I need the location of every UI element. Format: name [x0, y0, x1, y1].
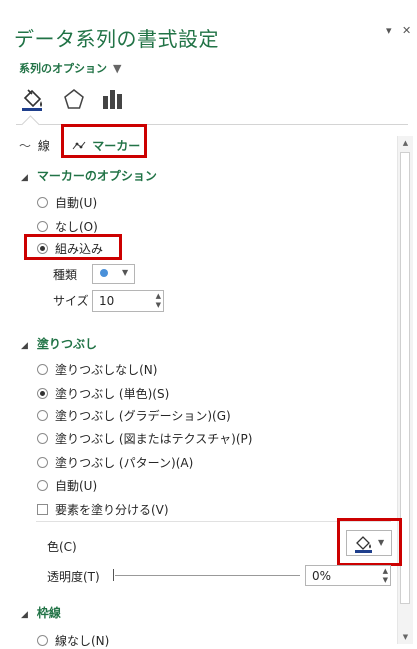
fill-option-label: 塗りつぶし (グラデーション)(G) [55, 409, 231, 423]
fill-header[interactable]: ◢ 塗りつぶし [21, 335, 97, 352]
fill-option-label: 塗りつぶし (パターン)(A) [55, 456, 194, 470]
fill-option-label: 塗りつぶし (単色)(S) [55, 387, 170, 401]
spin-arrows-icon[interactable]: ▲ ▼ [383, 567, 388, 585]
fill-option[interactable]: 塗りつぶし (図またはテクスチャ)(P) [37, 430, 252, 447]
line-tab-icon: 〜 [19, 139, 32, 153]
fill-color-label: 色(C) [47, 540, 77, 554]
checkbox[interactable] [37, 504, 48, 515]
marker-type-dropdown[interactable]: ▼ [92, 264, 135, 284]
marker-size-label: サイズ [53, 294, 89, 308]
fill-option-label: 塗りつぶし (図またはテクスチャ)(P) [55, 432, 253, 446]
marker-auto-option[interactable]: 自動(U) [37, 194, 97, 211]
border-none-option[interactable]: 線なし(N) [37, 632, 109, 649]
radio-button[interactable] [37, 433, 48, 444]
radio-button[interactable] [37, 635, 48, 646]
border-header[interactable]: ◢ 枠線 [21, 604, 61, 621]
transparency-value: 0% [312, 569, 332, 583]
effects-tab[interactable] [61, 86, 87, 112]
paint-bucket-icon [22, 89, 42, 111]
series-options-dropdown[interactable]: 系列のオプション ▼ [19, 60, 121, 76]
spin-arrows-icon[interactable]: ▲ ▼ [156, 292, 161, 310]
marker-auto-label: 自動(U) [55, 196, 98, 210]
marker-options-header[interactable]: ◢ マーカーのオプション [21, 167, 157, 184]
series-options-label: 系列のオプション [19, 62, 107, 75]
chevron-down-icon: ▼ [122, 268, 129, 277]
fill-option-label: 塗りつぶしなし(N) [55, 363, 158, 377]
vary-colors-label: 要素を塗り分ける(V) [55, 503, 169, 517]
collapse-icon: ◢ [21, 610, 28, 620]
fill-option[interactable]: 塗りつぶし (パターン)(A) [37, 454, 193, 471]
tab-indicator [21, 115, 40, 134]
marker-size-value: 10 [99, 294, 115, 308]
radio-button[interactable] [37, 480, 48, 491]
fill-option[interactable]: 塗りつぶし (単色)(S) [37, 385, 169, 402]
scrollbar[interactable]: ▲ ▼ [397, 136, 413, 644]
highlight-box-color [337, 518, 402, 566]
close-icon[interactable]: ✕ [402, 24, 411, 37]
fill-option[interactable]: 塗りつぶし (グラデーション)(G) [37, 407, 231, 424]
transparency-slider-track[interactable] [115, 575, 300, 576]
series-options-tab[interactable] [100, 86, 126, 112]
vary-colors-option[interactable]: 要素を塗り分ける(V) [37, 501, 169, 518]
bar-chart-icon [103, 90, 122, 109]
radio-button[interactable] [37, 221, 48, 232]
fill-option-label: 自動(U) [55, 479, 98, 493]
marker-none-option[interactable]: なし(O) [37, 218, 98, 235]
radio-button[interactable] [37, 364, 48, 375]
collapse-icon: ◢ [21, 341, 28, 351]
transparency-stepper[interactable]: 0% ▲ ▼ [305, 565, 391, 586]
highlight-box-marker-tab [61, 124, 147, 158]
marker-type-label: 種類 [53, 268, 78, 282]
fill-option[interactable]: 自動(U) [37, 477, 97, 494]
border-title: 枠線 [36, 606, 61, 620]
fill-title: 塗りつぶし [36, 337, 98, 351]
radio-button[interactable] [37, 410, 48, 421]
highlight-box-builtin [24, 234, 122, 260]
tab-line-label: 線 [37, 139, 50, 153]
border-none-label: 線なし(N) [55, 634, 110, 648]
pane-options-icon[interactable]: ▾ [386, 24, 392, 37]
marker-size-stepper[interactable]: 10 ▲ ▼ [92, 290, 164, 312]
radio-button[interactable] [37, 197, 48, 208]
marker-dot-icon [100, 269, 108, 277]
radio-button-selected[interactable] [37, 388, 48, 399]
scroll-down-icon[interactable]: ▼ [398, 630, 413, 644]
scroll-up-icon[interactable]: ▲ [398, 136, 413, 150]
marker-none-label: なし(O) [55, 220, 98, 234]
fill-line-tab[interactable] [19, 86, 45, 112]
collapse-icon: ◢ [21, 173, 28, 183]
tab-line[interactable]: 〜 線 [19, 137, 50, 154]
pane-title: データ系列の書式設定 [14, 27, 219, 51]
radio-button[interactable] [37, 457, 48, 468]
transparency-slider-handle[interactable] [113, 569, 114, 581]
fill-option[interactable]: 塗りつぶしなし(N) [37, 361, 157, 378]
pentagon-icon [64, 89, 84, 109]
chevron-down-icon: ▼ [113, 62, 122, 75]
transparency-label: 透明度(T) [47, 570, 100, 584]
marker-options-title: マーカーのオプション [36, 169, 157, 183]
